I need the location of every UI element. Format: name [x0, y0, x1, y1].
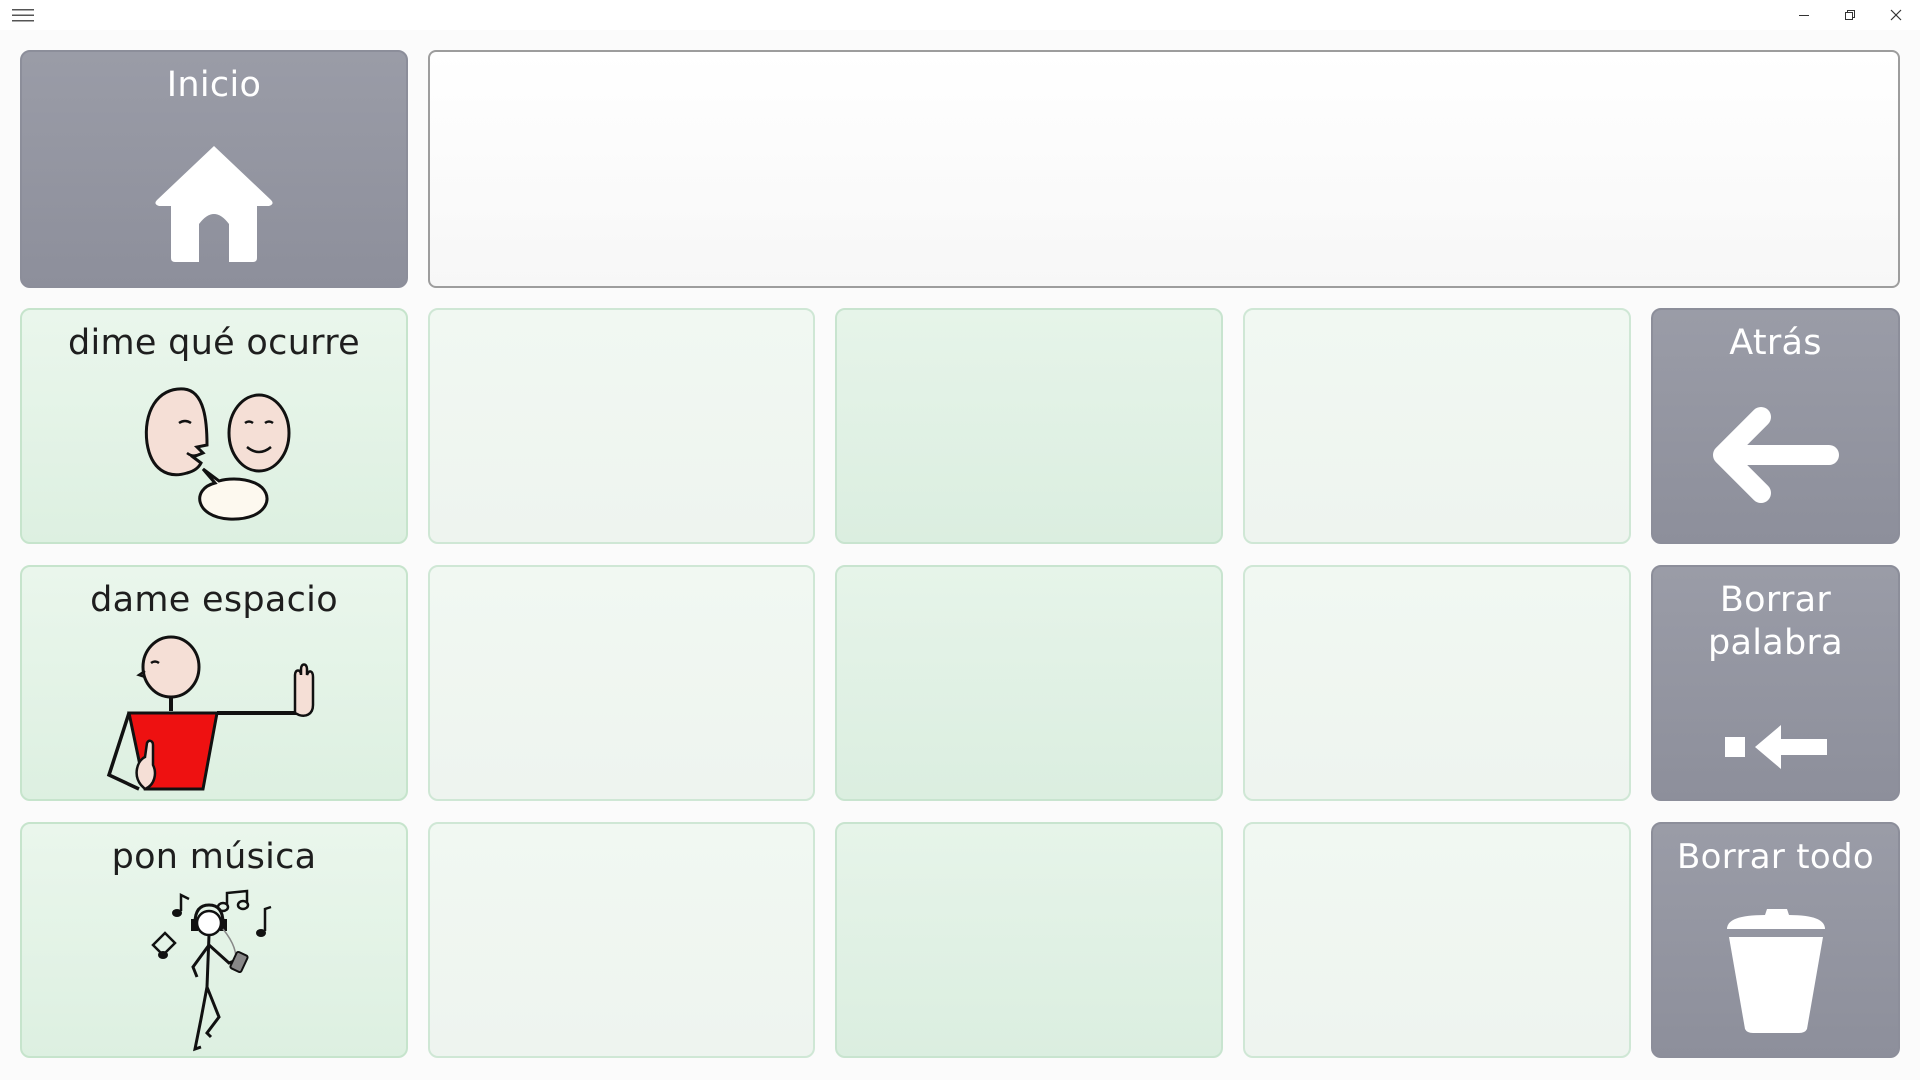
- delete-all-button[interactable]: Borrar todo: [1651, 822, 1900, 1058]
- home-button[interactable]: Inicio: [20, 50, 408, 288]
- empty-cell[interactable]: [428, 822, 815, 1058]
- phrase-button-dime-que-ocurre[interactable]: dime qué ocurre: [20, 308, 408, 544]
- empty-cell[interactable]: [835, 822, 1223, 1058]
- delete-word-button[interactable]: Borrar palabra: [1651, 565, 1900, 801]
- delete-word-label: Borrar palabra: [1708, 580, 1843, 663]
- close-icon: [1890, 9, 1902, 21]
- music-person-icon: [151, 889, 272, 1052]
- delete-all-label: Borrar todo: [1677, 837, 1874, 877]
- home-label: Inicio: [166, 65, 262, 105]
- home-icon: [155, 146, 273, 262]
- stop-hand-person-icon: [106, 635, 315, 791]
- phrase-button-pon-musica[interactable]: pon música: [20, 822, 408, 1058]
- hamburger-icon: [12, 9, 34, 22]
- phrase-label: dame espacio: [90, 580, 338, 620]
- close-button[interactable]: [1873, 0, 1919, 30]
- hamburger-menu-button[interactable]: [0, 0, 46, 30]
- title-bar: [0, 0, 1920, 30]
- empty-cell[interactable]: [1243, 822, 1631, 1058]
- back-button[interactable]: Atrás: [1651, 308, 1900, 544]
- phrase-label: dime qué ocurre: [67, 323, 361, 363]
- phrase-label: pon música: [111, 837, 317, 877]
- minimize-button[interactable]: [1781, 0, 1827, 30]
- empty-cell[interactable]: [1243, 308, 1631, 544]
- trash-icon: [1726, 909, 1825, 1033]
- empty-cell[interactable]: [428, 308, 815, 544]
- message-bar[interactable]: [428, 50, 1900, 288]
- backspace-icon: [1724, 725, 1827, 769]
- back-label: Atrás: [1729, 323, 1822, 363]
- arrow-left-icon: [1712, 407, 1839, 503]
- empty-cell[interactable]: [1243, 565, 1631, 801]
- restore-button[interactable]: [1827, 0, 1873, 30]
- empty-cell[interactable]: [428, 565, 815, 801]
- restore-icon: [1845, 10, 1855, 20]
- phrase-button-dame-espacio[interactable]: dame espacio: [20, 565, 408, 801]
- minimize-icon: [1799, 15, 1809, 16]
- talking-faces-icon: [144, 387, 291, 521]
- empty-cell[interactable]: [835, 565, 1223, 801]
- empty-cell[interactable]: [835, 308, 1223, 544]
